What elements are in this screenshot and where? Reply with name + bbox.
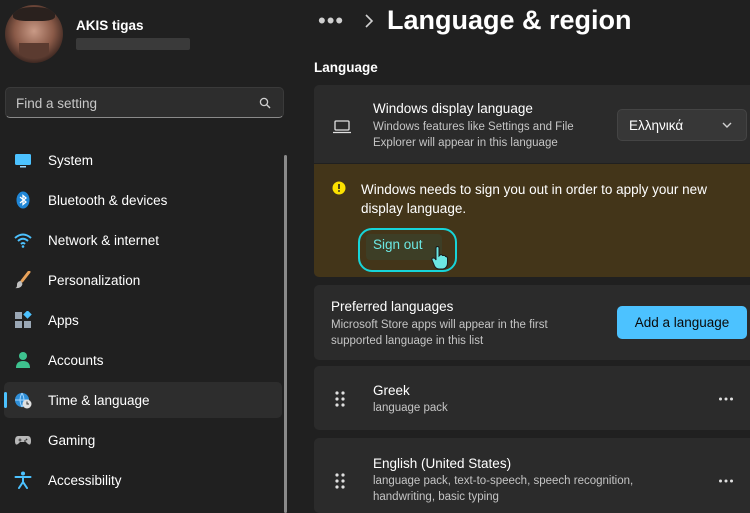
language-item-greek[interactable]: Greek language pack: [314, 366, 750, 430]
sidebar-item-system[interactable]: System: [4, 142, 282, 178]
section-heading-language: Language: [314, 60, 378, 75]
user-name: AKIS tigas: [76, 18, 144, 33]
sidebar-item-label: System: [48, 153, 94, 168]
sidebar-item-label: Personalization: [48, 273, 141, 288]
preferred-languages-title: Preferred languages: [331, 299, 454, 314]
sidebar-item-apps[interactable]: Apps: [4, 302, 282, 338]
main-content: ••• Language & region Language Windows d…: [296, 0, 750, 513]
display-language-description: Windows features like Settings and File: [373, 121, 574, 133]
chevron-right-icon: [365, 14, 374, 28]
language-detail: language pack: [373, 402, 448, 414]
sidebar-item-label: Accessibility: [48, 473, 122, 488]
language-detail: language pack, text-to-speech, speech re…: [373, 475, 634, 487]
search-icon: [259, 97, 271, 109]
bluetooth-icon: [16, 191, 30, 209]
display-language-card: Windows display language Windows feature…: [314, 85, 750, 163]
sidebar-item-gaming[interactable]: Gaming: [4, 422, 282, 458]
breadcrumb-more-button[interactable]: •••: [318, 8, 344, 34]
display-language-description: Explorer will appear in this language: [373, 137, 558, 149]
sidebar-item-label: Accounts: [48, 353, 104, 368]
language-name: English (United States): [373, 456, 512, 471]
sidebar-item-label: Bluetooth & devices: [48, 193, 168, 208]
brush-icon: [15, 271, 31, 289]
sidebar-item-accessibility[interactable]: Accessibility: [4, 462, 282, 498]
add-language-label: Add a language: [634, 315, 730, 330]
preferred-languages-description: Microsoft Store apps will appear in the …: [331, 319, 548, 331]
drag-handle-icon[interactable]: [334, 472, 346, 490]
search-input[interactable]: Find a setting: [16, 96, 97, 111]
sidebar-item-personalization[interactable]: Personalization: [4, 262, 282, 298]
language-detail: handwriting, basic typing: [373, 491, 499, 503]
add-language-button[interactable]: Add a language: [617, 306, 747, 339]
sign-out-label[interactable]: Sign out: [373, 237, 423, 252]
page-title: Language & region: [387, 5, 632, 35]
warning-icon: [332, 181, 346, 195]
hand-cursor-icon: [431, 246, 448, 270]
active-indicator: [4, 392, 7, 408]
avatar[interactable]: [5, 5, 63, 63]
gamepad-icon: [15, 436, 31, 445]
sidebar-item-accounts[interactable]: Accounts: [4, 342, 282, 378]
monitor-icon: [15, 154, 31, 168]
globe-clock-icon: [15, 392, 32, 409]
sidebar-item-label: Network & internet: [48, 233, 160, 248]
sidebar-item-time-language[interactable]: Time & language: [4, 382, 282, 418]
sidebar-item-label: Apps: [48, 313, 79, 328]
sidebar: AKIS tigas Find a setting System Bluetoo…: [0, 0, 296, 513]
person-icon: [16, 352, 30, 368]
more-options-icon[interactable]: [718, 396, 734, 402]
display-language-dropdown[interactable]: Ελληνικά: [617, 109, 747, 141]
laptop-icon: [333, 120, 351, 134]
display-language-title: Windows display language: [373, 101, 533, 116]
sidebar-item-label: Time & language: [48, 393, 150, 408]
preferred-languages-card: Preferred languages Microsoft Store apps…: [314, 285, 750, 360]
chevron-down-icon: [722, 122, 732, 128]
sign-out-warning-banner: Windows needs to sign you out in order t…: [314, 164, 750, 277]
preferred-languages-description: supported language in this list: [331, 335, 484, 347]
warning-message: Windows needs to sign you out in order t…: [361, 182, 707, 216]
user-email-redacted: [76, 38, 190, 50]
wifi-icon: [14, 233, 32, 248]
apps-icon: [15, 311, 32, 328]
sidebar-item-network[interactable]: Network & internet: [4, 222, 282, 258]
language-item-english-us[interactable]: English (United States) language pack, t…: [314, 438, 750, 513]
sidebar-item-bluetooth[interactable]: Bluetooth & devices: [4, 182, 282, 218]
language-name: Greek: [373, 383, 410, 398]
sidebar-scrollbar[interactable]: [284, 155, 287, 513]
dropdown-selected-value: Ελληνικά: [629, 118, 684, 133]
more-options-icon[interactable]: [718, 478, 734, 484]
drag-handle-icon[interactable]: [334, 390, 346, 408]
search-box[interactable]: Find a setting: [5, 87, 284, 118]
accessibility-icon: [14, 471, 32, 489]
sidebar-item-label: Gaming: [48, 433, 96, 448]
